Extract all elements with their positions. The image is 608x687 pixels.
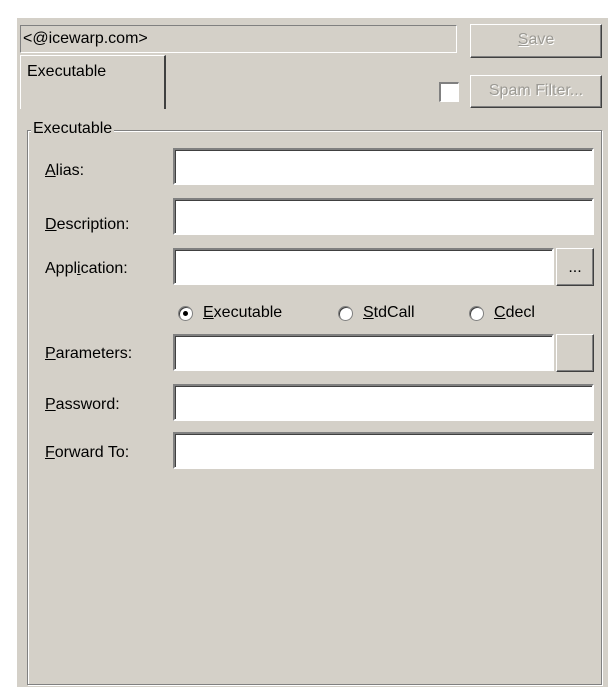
address-display: <@icewarp.com>	[20, 25, 457, 53]
tab-executable-label: Executable	[27, 63, 107, 80]
password-input[interactable]	[173, 384, 594, 421]
alias-input[interactable]	[173, 148, 594, 185]
radio-stdcall[interactable]: StdCall	[338, 304, 415, 322]
account-panel: <@icewarp.com> Save Executable Spam Filt…	[17, 18, 608, 687]
application-input[interactable]	[173, 248, 554, 285]
alias-label: Alias:	[45, 162, 85, 179]
spam-filter-checkbox[interactable]	[439, 82, 459, 102]
save-button[interactable]: Save	[470, 24, 602, 58]
forward-to-input[interactable]	[173, 432, 594, 469]
parameters-input[interactable]	[173, 334, 554, 371]
forward-to-label: Forward To:	[45, 444, 130, 461]
radio-stdcall-dot	[338, 305, 353, 321]
address-text: <@icewarp.com>	[23, 30, 148, 47]
description-label: Description:	[45, 216, 130, 233]
tab-executable[interactable]: Executable	[20, 55, 166, 109]
description-input[interactable]	[173, 198, 594, 235]
spam-filter-button[interactable]: Spam Filter...	[470, 75, 602, 108]
parameters-button[interactable]	[556, 334, 594, 372]
radio-executable-dot	[178, 305, 193, 321]
radio-executable[interactable]: Executable	[178, 304, 282, 322]
radio-cdecl[interactable]: Cdecl	[469, 304, 535, 322]
application-label: Application:	[45, 260, 128, 277]
password-label: Password:	[45, 396, 120, 413]
browse-application-button[interactable]: ...	[556, 248, 594, 286]
radio-cdecl-dot	[469, 305, 484, 321]
parameters-label: Parameters:	[45, 345, 133, 362]
groupbox-title: Executable	[31, 120, 115, 138]
